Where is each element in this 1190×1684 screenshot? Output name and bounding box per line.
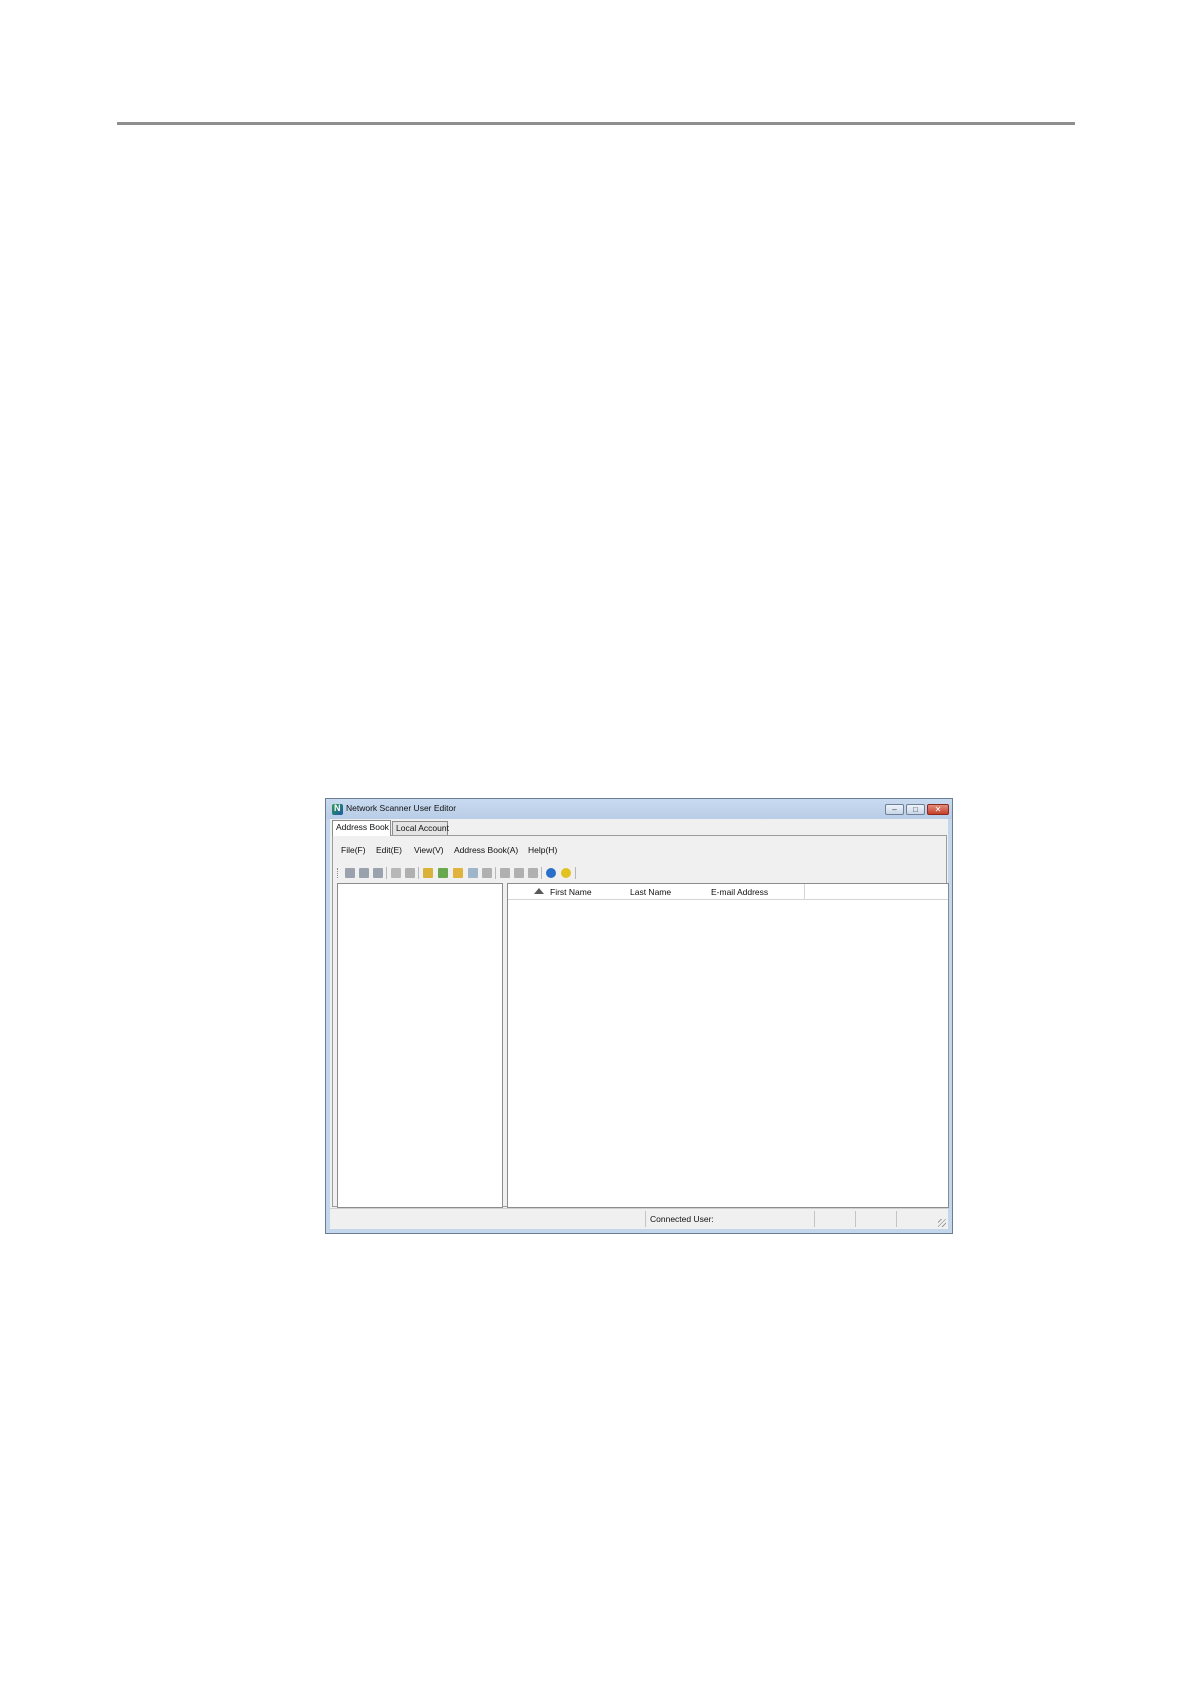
toolbar-separator (386, 867, 387, 879)
app-window: Network Scanner User Editor – □ ✕ Addres… (325, 798, 953, 1234)
edit-pencil-icon[interactable] (391, 868, 401, 878)
window-title: Network Scanner User Editor (346, 803, 457, 813)
save-address-book-icon[interactable] (438, 868, 448, 878)
column-divider[interactable] (804, 884, 805, 899)
status-cell (896, 1211, 937, 1227)
list-icon[interactable] (482, 868, 492, 878)
address-book-tree[interactable] (337, 883, 503, 1208)
new-user-icon[interactable] (345, 868, 355, 878)
copy-icon[interactable] (514, 868, 524, 878)
close-button[interactable]: ✕ (927, 804, 949, 815)
help-icon[interactable] (561, 868, 571, 878)
info-icon[interactable] (546, 868, 556, 878)
list-header: First Name Last Name E-mail Address (508, 884, 948, 900)
menu-address-book[interactable]: Address Book(A) (454, 845, 518, 855)
folder-icon[interactable] (453, 868, 463, 878)
maximize-button[interactable]: □ (906, 804, 925, 815)
resize-grip-icon[interactable] (938, 1219, 946, 1227)
connected-user-label: Connected User: (650, 1214, 714, 1224)
status-cell (814, 1211, 855, 1227)
toolbar (337, 866, 597, 880)
new-group-icon[interactable] (359, 868, 369, 878)
column-first-name[interactable]: First Name (550, 887, 592, 897)
menu-file[interactable]: File(F) (341, 845, 366, 855)
user-list[interactable]: First Name Last Name E-mail Address (507, 883, 949, 1208)
window-icon[interactable] (468, 868, 478, 878)
toolbar-grip[interactable] (337, 868, 340, 878)
import-icon[interactable] (373, 868, 383, 878)
minimize-button[interactable]: – (885, 804, 904, 815)
tab-address-book[interactable]: Address Book (332, 820, 391, 836)
toolbar-separator (541, 867, 542, 879)
title-bar[interactable]: Network Scanner User Editor – □ ✕ (326, 799, 952, 819)
menu-help[interactable]: Help(H) (528, 845, 557, 855)
sort-ascending-icon[interactable] (534, 888, 544, 894)
column-last-name[interactable]: Last Name (630, 887, 671, 897)
app-icon (332, 803, 343, 815)
paste-icon[interactable] (528, 868, 538, 878)
tab-local-account[interactable]: Local Account (392, 821, 449, 835)
open-address-book-icon[interactable] (423, 868, 433, 878)
address-book-panel: File(F) Edit(E) View(V) Address Book(A) … (332, 835, 949, 1208)
properties-icon[interactable] (405, 868, 415, 878)
toolbar-separator (575, 867, 576, 879)
toolbar-separator (418, 867, 419, 879)
page-header-rule (117, 122, 1075, 125)
toolbar-separator (495, 867, 496, 879)
menu-view[interactable]: View(V) (414, 845, 444, 855)
status-connected-user: Connected User: (645, 1211, 814, 1227)
menu-edit[interactable]: Edit(E) (376, 845, 402, 855)
status-bar: Connected User: (330, 1208, 948, 1229)
window-client-area: Address Book Local Account File(F) Edit(… (330, 819, 949, 1229)
status-cell (855, 1211, 896, 1227)
cut-icon[interactable] (500, 868, 510, 878)
column-email-address[interactable]: E-mail Address (711, 887, 768, 897)
